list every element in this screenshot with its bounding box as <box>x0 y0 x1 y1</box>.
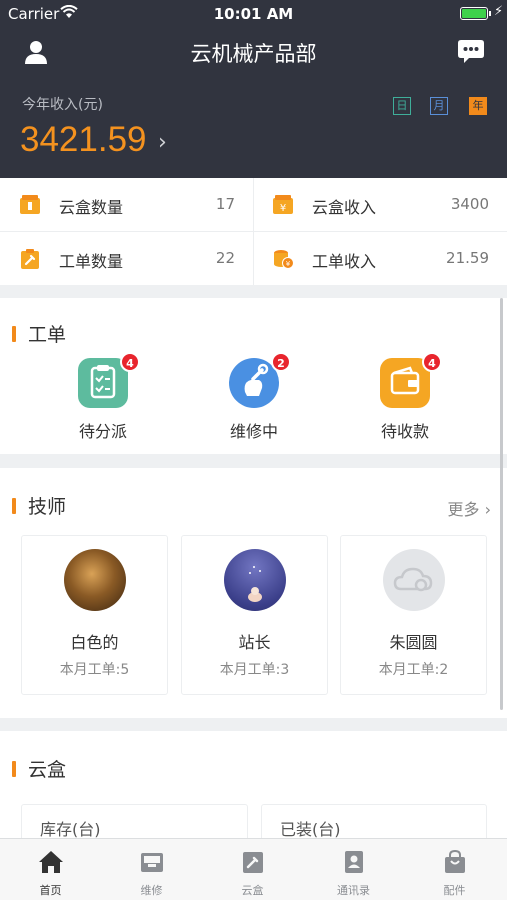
work-order-pending-assign[interactable]: 4 待分派 <box>53 352 153 442</box>
bag-icon <box>444 849 465 873</box>
income-label: 今年收入(元) <box>22 97 103 113</box>
svg-text:¥: ¥ <box>286 260 291 268</box>
badge-count: 4 <box>422 352 442 372</box>
charging-icon: ⚡ <box>494 4 504 19</box>
svg-text:¥: ¥ <box>280 203 286 214</box>
technician-card[interactable]: 朱圆圆 本月工单:2 <box>340 535 487 695</box>
chevron-right-icon[interactable]: › <box>158 130 167 155</box>
cloud-box-section: 云盒 库存(台) 已装(台) <box>0 731 507 844</box>
tab-repair[interactable]: 维修 <box>101 839 202 900</box>
battery-icon <box>460 7 488 20</box>
box-yen-icon: ¥ <box>273 195 293 214</box>
tab-bar: 首页 维修 云盒 通讯录 配件 <box>0 838 507 900</box>
chevron-right-icon: › <box>484 500 491 519</box>
work-order-pending-payment[interactable]: 4 待收款 <box>355 352 455 442</box>
income-value[interactable]: 3421.59 <box>20 120 147 160</box>
range-year-button[interactable]: 年 <box>469 97 487 115</box>
technician-card[interactable]: 白色的 本月工单:5 <box>21 535 168 695</box>
stats-grid: 云盒数量 17 ¥ 云盒收入 3400 工单数量 22 ¥ 工单收入 21.59 <box>0 178 507 285</box>
badge-count: 4 <box>120 352 140 372</box>
section-title-cloud-box: 云盒 <box>12 755 66 782</box>
tab-parts[interactable]: 配件 <box>404 839 505 900</box>
work-orders-section: 工单 4 待分派 2 维修中 4 待收款 <box>0 298 507 454</box>
page-title: 云机械产品部 <box>190 42 317 66</box>
status-bar: Carrier 10:01 AM ⚡ <box>0 0 507 28</box>
clipboard-wrench-icon <box>21 249 39 269</box>
tab-home[interactable]: 首页 <box>0 839 101 900</box>
range-day-button[interactable]: 日 <box>393 97 411 115</box>
stat-box-income[interactable]: ¥ 云盒收入 3400 <box>254 178 507 231</box>
cloud-placeholder-icon <box>382 549 445 611</box>
section-title-work-orders: 工单 <box>12 320 66 347</box>
clock: 10:01 AM <box>213 5 294 23</box>
inbox-icon <box>140 853 163 872</box>
home-icon <box>38 851 63 873</box>
box-icon <box>20 195 40 214</box>
work-order-in-repair[interactable]: 2 维修中 <box>204 352 304 442</box>
chat-icon[interactable] <box>457 38 485 64</box>
tab-contacts[interactable]: 通讯录 <box>303 839 404 900</box>
header: Carrier 10:01 AM ⚡ 云机械产品部 今年收入(元) 日 月 年 … <box>0 0 507 178</box>
contacts-icon <box>344 851 363 873</box>
avatar <box>223 549 286 611</box>
more-link[interactable]: 更多 › <box>447 496 491 520</box>
technician-card[interactable]: 站长 本月工单:3 <box>181 535 328 695</box>
technicians-section: 技师 更多 › 白色的 本月工单:5 站长 本月工单:3 朱圆圆 本月工单:2 <box>0 468 507 718</box>
section-title-technicians: 技师 <box>12 492 66 519</box>
avatar <box>63 549 126 611</box>
coins-icon: ¥ <box>274 250 294 269</box>
tab-cloud-box[interactable]: 云盒 <box>202 839 303 900</box>
badge-count: 2 <box>271 352 291 372</box>
scrollbar[interactable] <box>500 298 503 710</box>
nav-bar: 云机械产品部 <box>0 30 507 74</box>
stat-order-income[interactable]: ¥ 工单收入 21.59 <box>254 232 507 285</box>
stat-box-count[interactable]: 云盒数量 17 <box>0 178 253 231</box>
stat-order-count[interactable]: 工单数量 22 <box>0 232 253 285</box>
range-month-button[interactable]: 月 <box>430 97 448 115</box>
wallet-icon: 4 <box>380 352 442 408</box>
cloud-box-icon <box>242 852 263 873</box>
clipboard-check-icon: 4 <box>78 352 140 408</box>
wrench-hand-icon: 2 <box>229 352 291 408</box>
